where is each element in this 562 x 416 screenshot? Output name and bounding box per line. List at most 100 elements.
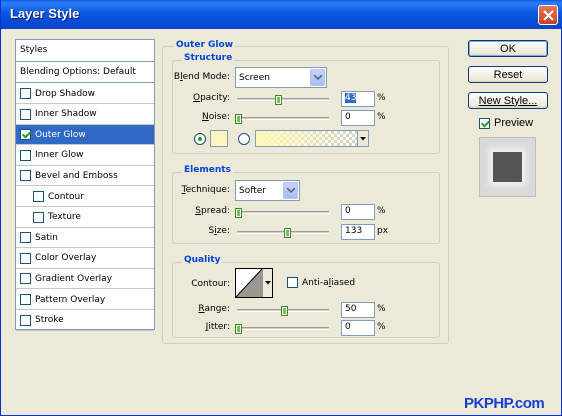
blend-mode-value: Screen — [239, 72, 270, 83]
noise-input[interactable]: 0 — [341, 110, 375, 126]
range-unit: % — [377, 304, 386, 314]
noise-label: Noise: — [202, 112, 230, 122]
window-title: Layer Style — [10, 6, 80, 21]
opacity-label: Opacity: — [192, 93, 230, 103]
opacity-unit: % — [377, 93, 386, 103]
preview-label: Preview — [494, 117, 534, 129]
style-item-checkbox[interactable] — [20, 88, 31, 99]
style-item-label: Pattern Overlay — [35, 294, 106, 305]
style-item-checkbox[interactable] — [20, 149, 31, 161]
elements-title: Elements — [182, 165, 233, 175]
jitter-slider-thumb[interactable] — [235, 324, 242, 334]
jitter-input[interactable]: 0 — [341, 320, 375, 336]
blending-options-item[interactable]: Blending Options: Default — [16, 63, 154, 83]
style-item[interactable]: Color Overlay — [16, 249, 154, 269]
style-item[interactable]: Bevel and Emboss — [16, 166, 154, 187]
preview-checkbox[interactable]: Preview — [479, 117, 533, 129]
style-item-label: Color Overlay — [35, 253, 97, 264]
anti-aliased-checkbox[interactable]: Anti-aliased — [287, 277, 355, 288]
gradient-picker[interactable] — [255, 130, 369, 147]
preview-square — [493, 152, 522, 182]
spread-input[interactable]: 0 — [341, 204, 375, 220]
style-item-label: Texture — [48, 212, 81, 223]
glow-color-swatch[interactable] — [210, 130, 228, 147]
style-item-checkbox[interactable] — [20, 294, 31, 305]
style-item-checkbox[interactable] — [20, 232, 31, 244]
style-item-label: Bevel and Emboss — [35, 170, 118, 181]
style-item-checkbox[interactable] — [20, 170, 31, 182]
style-item-label: Inner Glow — [35, 150, 84, 161]
close-button[interactable] — [538, 5, 558, 25]
jitter-label: Jitter: — [205, 322, 230, 332]
noise-unit: % — [377, 112, 386, 122]
size-input[interactable]: 133 — [341, 224, 375, 240]
quality-title: Quality — [182, 255, 223, 265]
size-unit: px — [377, 226, 389, 236]
spread-label: Spread: — [195, 206, 230, 216]
style-item[interactable]: Contour — [16, 187, 154, 207]
style-item[interactable]: Satin — [16, 228, 154, 249]
style-item[interactable]: Texture — [16, 208, 154, 228]
style-item-label: Gradient Overlay — [35, 273, 113, 284]
structure-title: Structure — [182, 53, 235, 63]
style-item-label: Inner Shadow — [35, 109, 97, 120]
style-item[interactable]: Drop Shadow — [16, 84, 154, 104]
technique-select[interactable]: Softer — [235, 180, 300, 201]
style-item-label: Satin — [35, 232, 58, 243]
spread-slider-thumb[interactable] — [235, 208, 242, 218]
style-item-label: Outer Glow — [35, 129, 86, 140]
style-item[interactable]: Inner Glow — [16, 146, 154, 166]
watermark: PKPHP.com — [464, 395, 545, 412]
preview-box[interactable] — [479, 117, 490, 129]
contour-picker[interactable] — [235, 268, 273, 298]
style-item-checkbox[interactable] — [20, 273, 31, 285]
range-slider-thumb[interactable] — [281, 306, 288, 316]
close-icon — [542, 9, 554, 21]
spread-unit: % — [377, 206, 386, 216]
style-item-checkbox[interactable] — [33, 191, 44, 202]
preview-thumbnail — [479, 137, 536, 197]
reset-button[interactable]: Reset — [468, 66, 548, 83]
chevron-down-icon — [310, 69, 325, 86]
solid-color-radio[interactable] — [194, 133, 206, 145]
technique-value: Softer — [239, 185, 266, 196]
layer-style-dialog: Layer Style Styles Blending Options: Def… — [0, 0, 562, 416]
style-item-checkbox[interactable] — [20, 129, 31, 141]
blend-mode-select[interactable]: Screen — [235, 67, 327, 88]
range-label: Range: — [198, 304, 230, 314]
style-item-checkbox[interactable] — [33, 211, 44, 223]
opacity-slider-thumb[interactable] — [274, 95, 282, 105]
jitter-slider[interactable] — [237, 327, 329, 330]
outer-glow-title: Outer Glow — [174, 40, 236, 50]
style-item-label: Drop Shadow — [35, 88, 96, 99]
chevron-down-icon — [283, 182, 298, 199]
anti-aliased-box[interactable] — [287, 277, 298, 288]
noise-slider-thumb[interactable] — [235, 114, 242, 124]
contour-dropdown-icon[interactable] — [262, 269, 272, 297]
gradient-dropdown-icon[interactable] — [357, 131, 368, 146]
style-item-checkbox[interactable] — [20, 108, 31, 120]
opacity-slider[interactable] — [237, 98, 329, 101]
opacity-input[interactable]: 43 — [341, 91, 375, 107]
contour-label: Contour: — [191, 279, 230, 289]
styles-list: Styles Blending Options: Default Drop Sh… — [15, 39, 155, 331]
style-item[interactable]: Pattern Overlay — [16, 290, 154, 310]
style-item[interactable]: Outer Glow — [16, 125, 154, 146]
gradient-radio[interactable] — [238, 133, 250, 145]
ok-button[interactable]: OK — [468, 40, 548, 57]
style-item[interactable]: Inner Shadow — [16, 105, 154, 125]
range-input[interactable]: 50 — [341, 302, 375, 318]
title-bar[interactable]: Layer Style — [1, 0, 562, 29]
style-item[interactable]: Stroke — [16, 311, 154, 331]
style-item-checkbox[interactable] — [20, 314, 31, 326]
anti-aliased-label: Anti-aliased — [302, 277, 356, 288]
noise-slider[interactable] — [237, 117, 329, 120]
blend-mode-label: Blend Mode: — [173, 72, 230, 82]
size-slider-thumb[interactable] — [283, 228, 291, 238]
style-item-checkbox[interactable] — [20, 252, 31, 264]
spread-slider[interactable] — [237, 211, 329, 214]
technique-label: Technique: — [181, 185, 230, 195]
new-style-button[interactable]: New Style... — [468, 92, 548, 109]
style-item[interactable]: Gradient Overlay — [16, 269, 154, 290]
styles-header[interactable]: Styles — [16, 40, 154, 62]
